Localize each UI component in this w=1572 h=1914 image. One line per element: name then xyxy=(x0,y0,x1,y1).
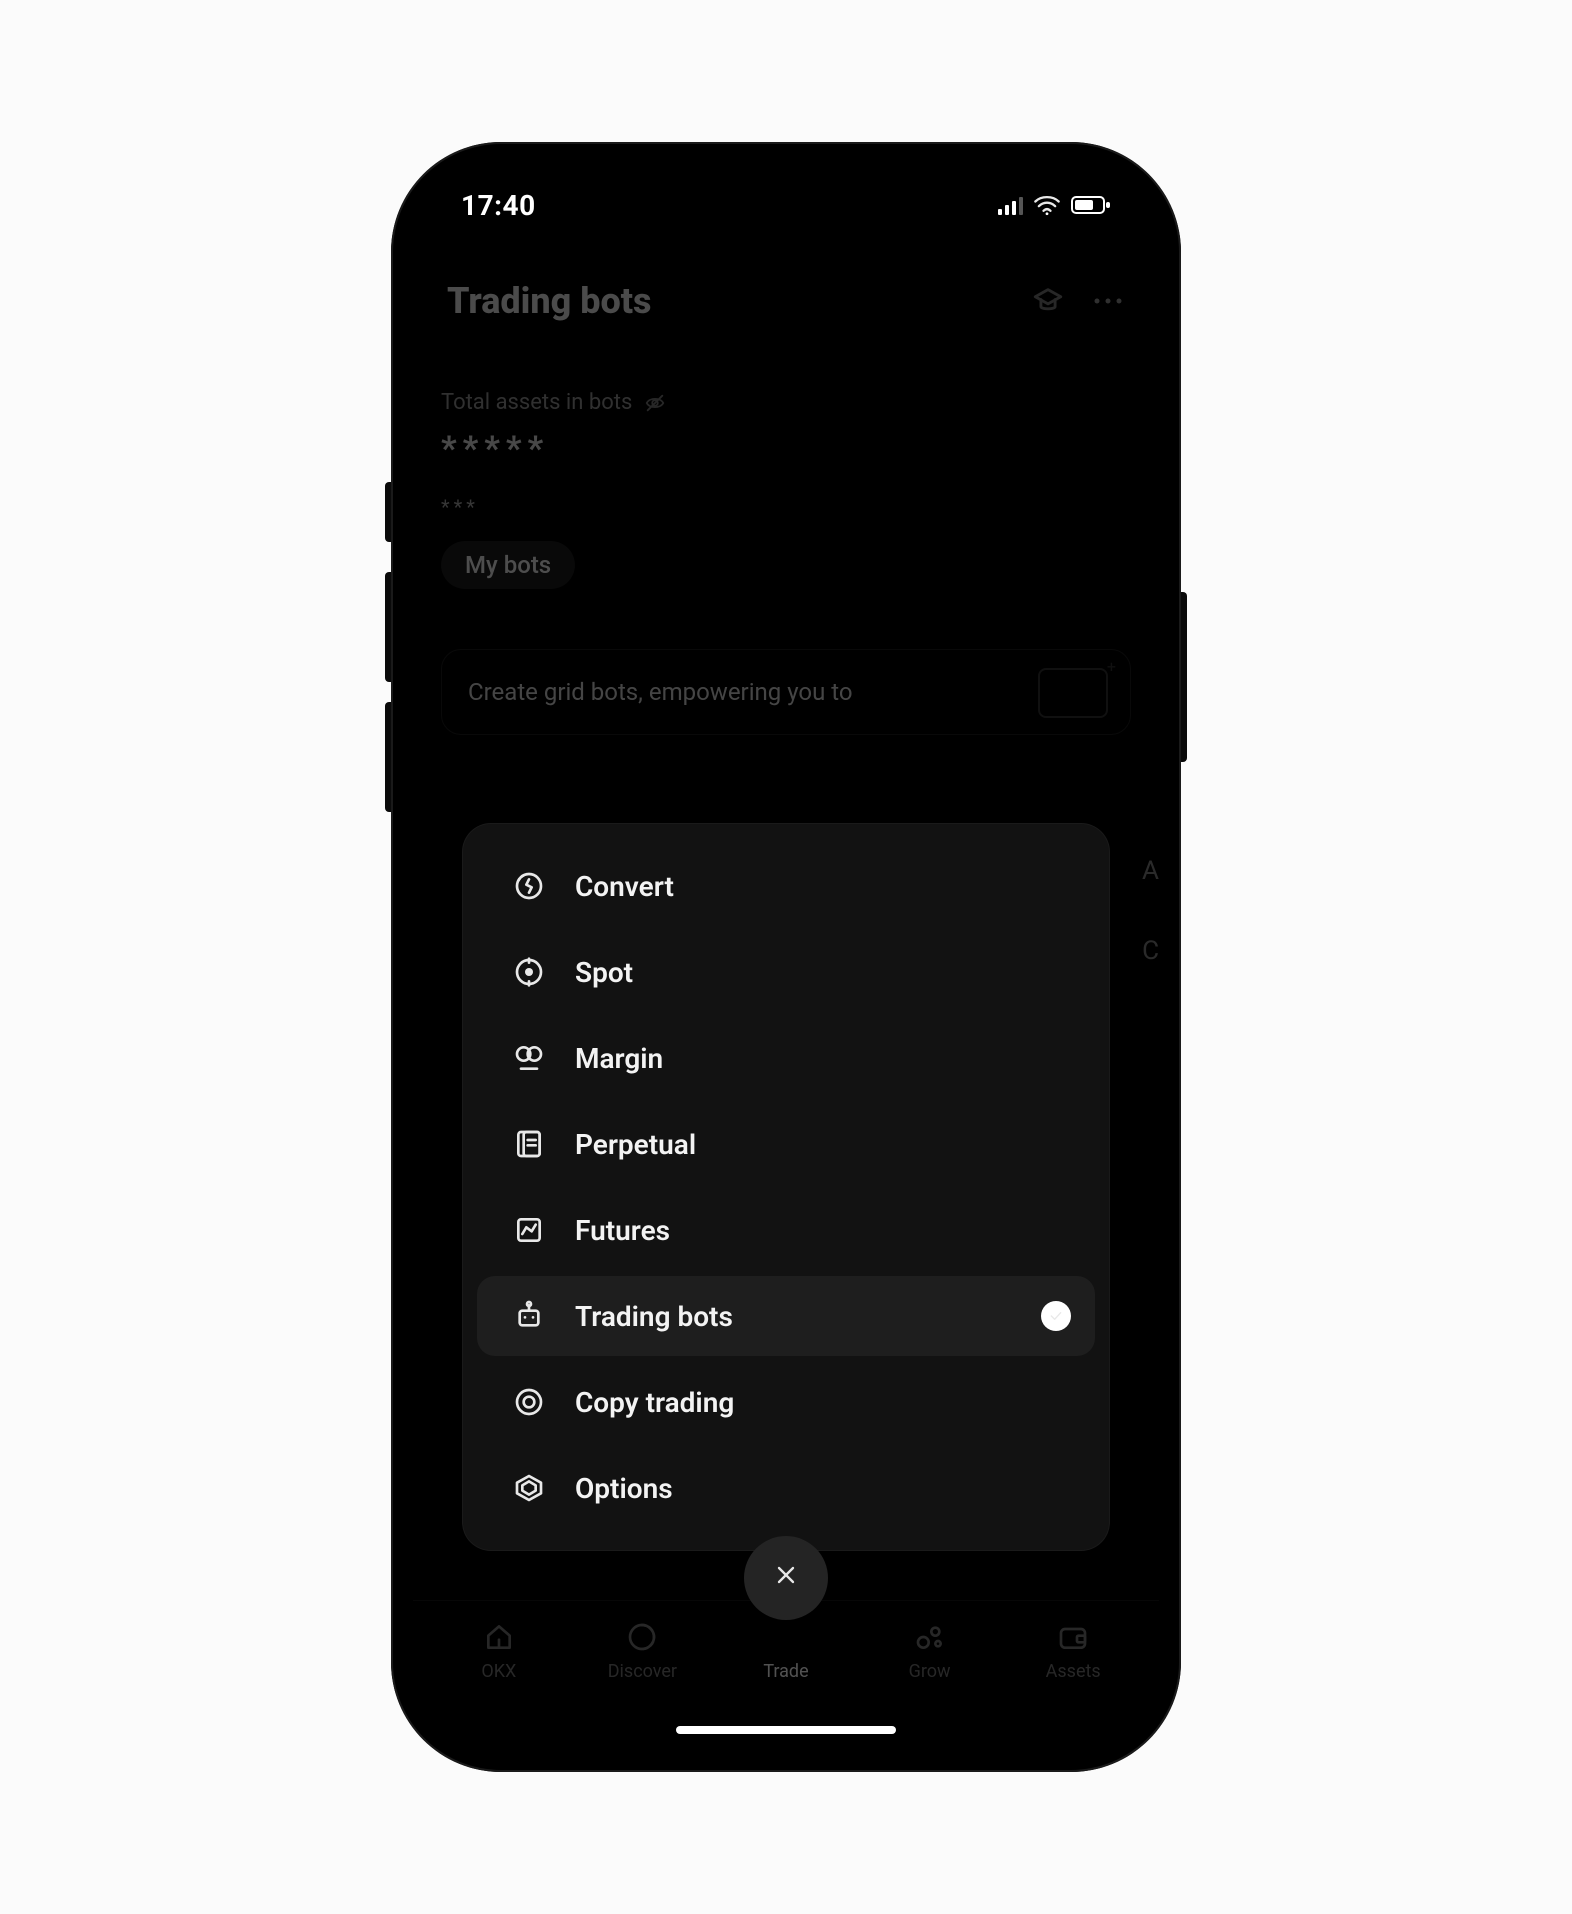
menu-item-convert[interactable]: Convert xyxy=(477,846,1095,926)
bg-fragment-c: C xyxy=(1142,936,1159,966)
menu-label: Margin xyxy=(575,1042,663,1075)
total-assets-text: Total assets in bots xyxy=(441,390,632,415)
nav-label: Discover xyxy=(608,1661,677,1682)
menu-item-spot[interactable]: Spot xyxy=(477,932,1095,1012)
phone-frame: 17:40 Trading bots xyxy=(391,142,1181,1772)
battery-icon xyxy=(1071,195,1111,215)
grid-bot-icon xyxy=(1038,668,1108,718)
trade-menu-popup: Convert Spot Margin xyxy=(463,824,1109,1550)
menu-item-trading-bots[interactable]: Trading bots xyxy=(477,1276,1095,1356)
close-button[interactable] xyxy=(744,1536,828,1620)
perpetual-icon xyxy=(511,1126,547,1162)
menu-label: Spot xyxy=(575,956,633,989)
grow-icon xyxy=(912,1619,948,1655)
home-indicator[interactable] xyxy=(676,1726,896,1734)
nav-label: Trade xyxy=(763,1661,808,1682)
my-bots-label: My bots xyxy=(465,551,551,579)
menu-label: Futures xyxy=(575,1214,670,1247)
trade-icon xyxy=(768,1619,804,1655)
menu-label: Options xyxy=(575,1472,673,1505)
eye-off-icon[interactable] xyxy=(644,392,666,414)
academy-icon[interactable] xyxy=(1031,284,1065,318)
nav-discover[interactable]: Discover xyxy=(571,1619,715,1682)
futures-icon xyxy=(511,1212,547,1248)
menu-item-futures[interactable]: Futures xyxy=(477,1190,1095,1270)
menu-label: Convert xyxy=(575,870,674,903)
cellular-signal-icon xyxy=(998,195,1023,215)
nav-assets[interactable]: Assets xyxy=(1001,1619,1145,1682)
menu-item-margin[interactable]: Margin xyxy=(477,1018,1095,1098)
bot-icon xyxy=(511,1298,547,1334)
convert-icon xyxy=(511,868,547,904)
margin-icon xyxy=(511,1040,547,1076)
menu-label: Copy trading xyxy=(575,1386,734,1419)
more-icon[interactable] xyxy=(1091,284,1125,318)
page-title: Trading bots xyxy=(447,280,652,322)
nav-label: OKX xyxy=(481,1661,516,1682)
notch xyxy=(636,164,936,214)
assets-sub-masked: *** xyxy=(441,495,1131,519)
promo-card[interactable]: Create grid bots, empowering you to xyxy=(441,649,1131,735)
close-icon xyxy=(772,1558,800,1598)
my-bots-chip[interactable]: My bots xyxy=(441,541,575,589)
spot-icon xyxy=(511,954,547,990)
screen: 17:40 Trading bots xyxy=(413,164,1159,1750)
home-icon xyxy=(481,1619,517,1655)
discover-icon xyxy=(624,1619,660,1655)
menu-label: Trading bots xyxy=(575,1300,733,1333)
promo-text: Create grid bots, empowering you to xyxy=(468,678,853,706)
total-assets-label: Total assets in bots xyxy=(441,390,1131,415)
wifi-icon xyxy=(1033,194,1061,216)
menu-item-options[interactable]: Options xyxy=(477,1448,1095,1528)
nav-label: Assets xyxy=(1046,1661,1101,1682)
assets-value-masked: ***** xyxy=(441,429,1131,469)
nav-trade[interactable]: Trade xyxy=(714,1619,858,1682)
copy-trading-icon xyxy=(511,1384,547,1420)
nav-okx[interactable]: OKX xyxy=(427,1619,571,1682)
nav-grow[interactable]: Grow xyxy=(858,1619,1002,1682)
nav-label: Grow xyxy=(909,1661,951,1682)
status-time: 17:40 xyxy=(461,189,536,222)
menu-item-copy-trading[interactable]: Copy trading xyxy=(477,1362,1095,1442)
check-icon xyxy=(1041,1301,1071,1331)
menu-label: Perpetual xyxy=(575,1128,696,1161)
wallet-icon xyxy=(1055,1619,1091,1655)
bg-fragment-a: A xyxy=(1142,856,1159,886)
options-icon xyxy=(511,1470,547,1506)
menu-item-perpetual[interactable]: Perpetual xyxy=(477,1104,1095,1184)
